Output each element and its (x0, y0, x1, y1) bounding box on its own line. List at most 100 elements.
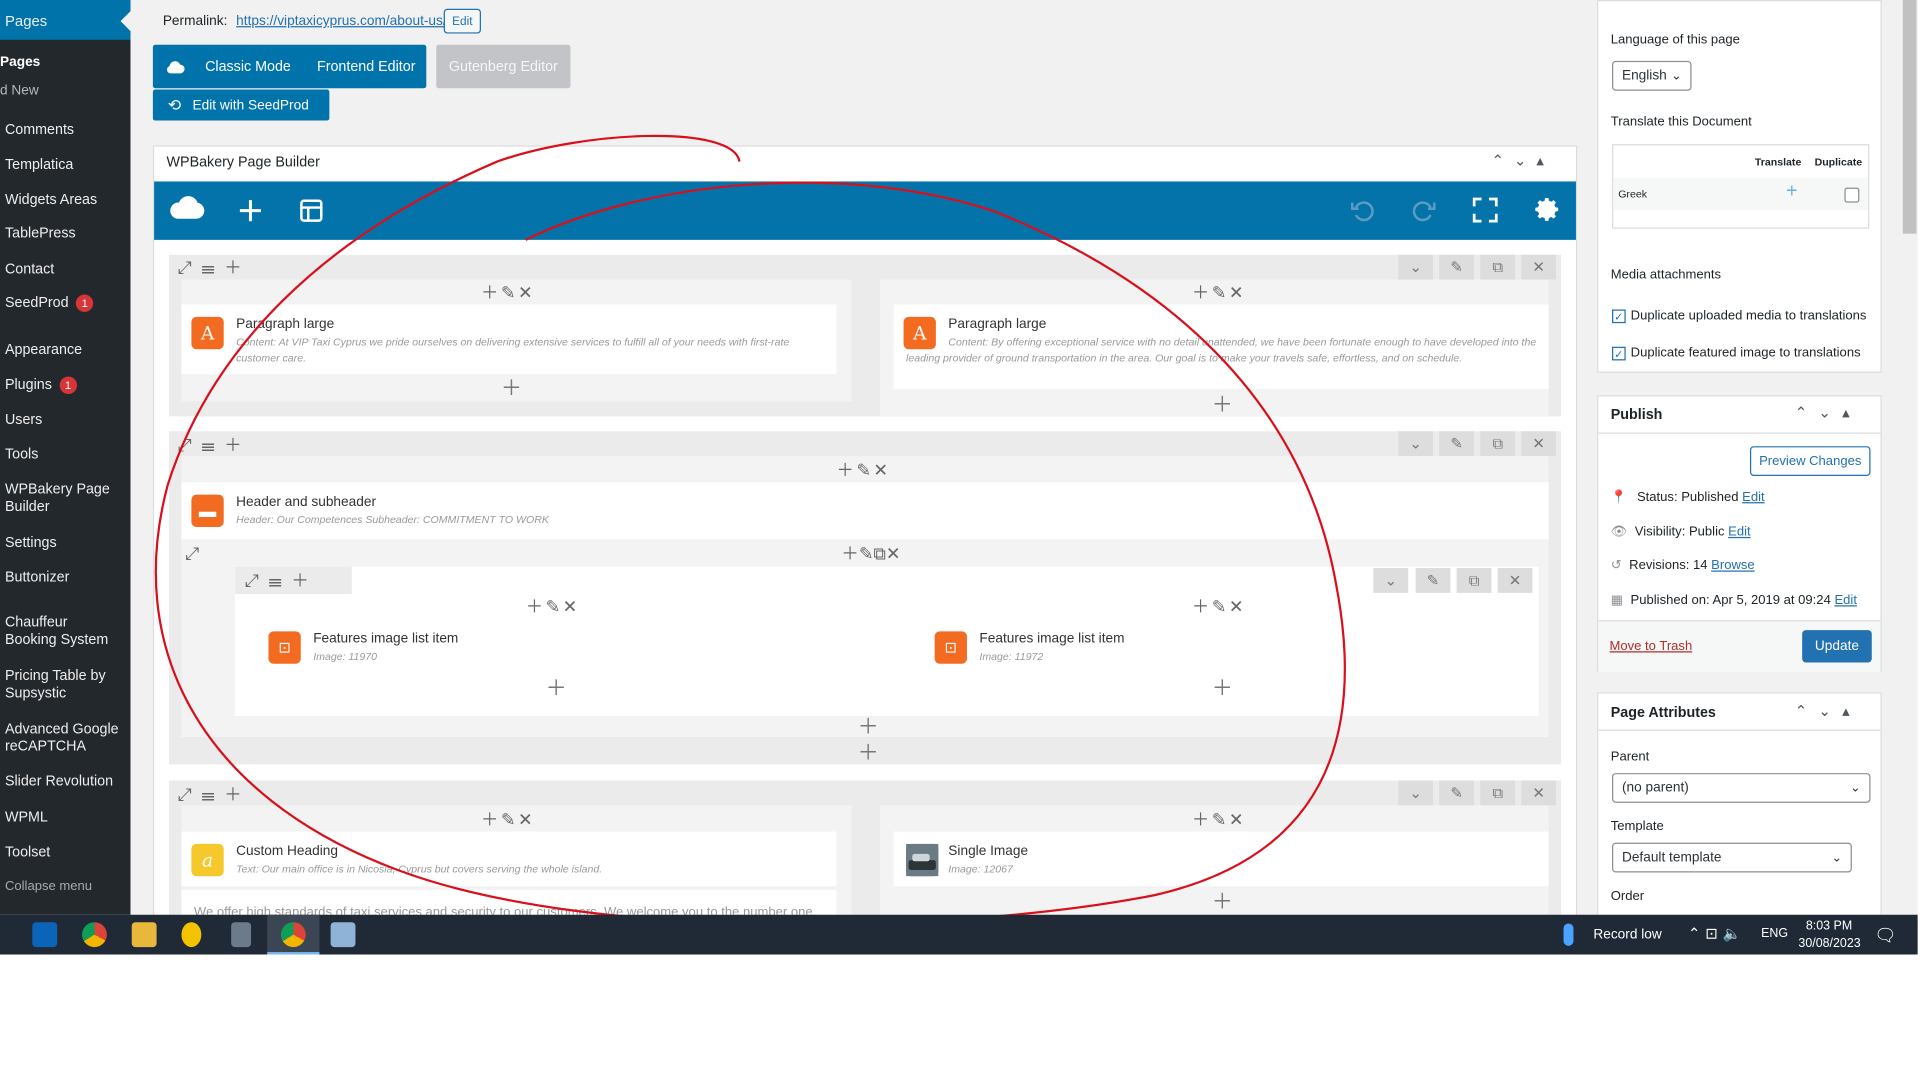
row-3-clone[interactable]: ⧉ (1480, 780, 1516, 806)
panel-controls[interactable]: ⌃⌄▴ (1491, 152, 1553, 169)
move-to-trash-link[interactable]: Move to Trash (1610, 639, 1693, 654)
templates-icon[interactable] (300, 199, 324, 223)
sidebar-item-tablepress[interactable]: TablePress (5, 225, 76, 242)
media-option-2[interactable]: ✓ Duplicate featured image to translation… (1612, 346, 1883, 361)
sidebar-item-seedprod[interactable]: SeedProd 1 (5, 294, 94, 312)
frontend-editor-button[interactable]: Frontend Editor (317, 59, 416, 74)
media-option-1[interactable]: ✓ Duplicate uploaded media to translation… (1612, 306, 1879, 326)
sidebar-item-toolset[interactable]: Toolset (5, 844, 50, 861)
attributes-controls[interactable]: ⌃⌄▴ (1795, 702, 1861, 719)
sidebar-item-users[interactable]: Users (5, 411, 42, 428)
redo-icon[interactable] (1412, 198, 1437, 223)
seedprod-button[interactable]: ⟲ Edit with SeedProd (152, 89, 330, 121)
sidebar-item-contact[interactable]: Contact (5, 261, 54, 278)
add-element-plus[interactable]: ＋ (1212, 677, 1233, 698)
sidebar-item-buttonizer[interactable]: Buttonizer (5, 569, 69, 586)
weather-text[interactable]: Record low (1593, 927, 1661, 942)
notes-icon[interactable] (181, 922, 202, 948)
sidebar-item-tools[interactable]: Tools (5, 446, 38, 463)
sidebar-item-pricing-table-by-supsystic[interactable]: Pricing Table by Supsystic (5, 667, 106, 702)
status-edit-link[interactable]: Edit (1742, 490, 1764, 505)
row-2-left-controls[interactable]: ⤢ ☰ ＋ (178, 436, 244, 453)
page-scrollbar-thumb[interactable] (1902, 0, 1917, 234)
settings-gear-icon[interactable] (1534, 196, 1560, 222)
add-element-icon[interactable] (239, 199, 263, 223)
notification-icon[interactable]: 🗨 (1874, 925, 1896, 946)
inner-toggle[interactable]: ⌄ (1373, 567, 1409, 593)
row-3-edit[interactable]: ✎ (1439, 780, 1475, 806)
sidebar-item-collapse-menu[interactable]: Collapse menu (5, 877, 92, 894)
sidebar-item-comments[interactable]: Comments (5, 122, 74, 139)
row-1-clone[interactable]: ⧉ (1480, 254, 1516, 280)
permalink-edit-button[interactable]: Edit (443, 8, 481, 34)
sidebar-sub-add-new[interactable]: d New (0, 82, 39, 99)
row-2-clone[interactable]: ⧉ (1480, 431, 1516, 457)
classic-mode-button[interactable]: Classic Mode (205, 59, 291, 74)
inner-col-2-controls[interactable]: ＋✎✕ (1192, 598, 1246, 615)
published-edit-link[interactable]: Edit (1834, 593, 1856, 608)
inner-row-left-controls[interactable]: ⤢ ☰ ＋ (245, 572, 311, 589)
col-2-controls[interactable]: ＋✎✕ (1192, 810, 1246, 827)
sidebar-item-advanced-google-recaptcha[interactable]: Advanced Google reCAPTCHA (5, 721, 119, 756)
element-features-2[interactable]: ⊡ Features image list item Image: 11972 (924, 618, 1522, 672)
element-custom-heading[interactable]: a Custom Heading Text: Our main office i… (181, 831, 837, 887)
add-element-plus[interactable]: ＋ (858, 742, 879, 763)
permalink-url[interactable]: https://viptaxicyprus.com/about-us/ (236, 14, 446, 29)
file-explorer-icon[interactable] (131, 922, 157, 948)
sidebar-item-slider-revolution[interactable]: Slider Revolution (5, 773, 113, 790)
col-2-controls[interactable]: ＋✎✕ (1192, 283, 1246, 300)
fullscreen-icon[interactable] (1472, 197, 1498, 223)
inner-row-move[interactable]: ⤢ (185, 544, 201, 561)
checkbox-checked-icon[interactable]: ✓ (1612, 309, 1626, 323)
clock-date[interactable]: 30/08/2023 (1798, 937, 1860, 951)
inner-col-1-controls[interactable]: ＋✎✕ (526, 598, 580, 615)
row-3-left-controls[interactable]: ⤢ ☰ ＋ (178, 785, 244, 802)
sidebar-item-wpbakery-page-builder[interactable]: WPBakery Page Builder (5, 481, 110, 516)
tray-icons[interactable]: ⌃⊡🔈 (1688, 925, 1746, 942)
parent-select[interactable]: (no parent) ⌄ (1612, 773, 1871, 803)
element-header-subheader[interactable]: ▬ Header and subheader Header: Our Compe… (181, 482, 1549, 540)
duplicate-checkbox[interactable] (1844, 187, 1860, 203)
app-icon[interactable] (330, 922, 356, 948)
inner-clone[interactable]: ⧉ (1456, 567, 1492, 593)
sidebar-item-settings[interactable]: Settings (5, 534, 57, 551)
inner-row-controls[interactable]: ＋✎⧉✕ (841, 544, 900, 561)
add-element-plus[interactable]: ＋ (1212, 891, 1233, 912)
sidebar-item-plugins[interactable]: Plugins 1 (5, 376, 77, 394)
chrome-profile-icon[interactable] (280, 922, 306, 948)
inner-edit[interactable]: ✎ (1415, 567, 1451, 593)
checkbox-checked-icon[interactable]: ✓ (1612, 346, 1626, 361)
chrome-icon[interactable] (82, 922, 107, 948)
input-language[interactable]: ENG (1761, 927, 1788, 941)
calculator-icon[interactable] (231, 922, 252, 948)
element-features-1[interactable]: ⊡ Features image list item Image: 11970 (258, 618, 856, 672)
element-paragraph-2[interactable]: A Paragraph large Content: By offering e… (893, 304, 1549, 390)
row-1-edit[interactable]: ✎ (1439, 254, 1475, 280)
col-1-controls[interactable]: ＋✎✕ (481, 283, 535, 300)
gutenberg-editor-button[interactable]: Gutenberg Editor (436, 44, 571, 89)
revisions-browse-link[interactable]: Browse (1711, 558, 1755, 573)
sidebar-item-widgets-areas[interactable]: Widgets Areas (5, 191, 97, 208)
add-element-plus[interactable]: ＋ (858, 716, 879, 737)
row-3-toggle[interactable]: ⌄ (1398, 780, 1434, 806)
col-1-controls[interactable]: ＋✎✕ (481, 810, 535, 827)
sidebar-sub-all-pages[interactable]: Pages (0, 53, 40, 70)
inner-delete[interactable]: ✕ (1497, 567, 1533, 593)
element-single-image[interactable]: Single Image Image: 12067 (893, 831, 1549, 887)
preview-changes-button[interactable]: Preview Changes (1749, 446, 1871, 477)
row-2-delete[interactable]: ✕ (1521, 431, 1557, 457)
row-2-toggle[interactable]: ⌄ (1398, 431, 1434, 457)
undo-icon[interactable] (1350, 198, 1375, 223)
add-element-plus[interactable]: ＋ (546, 677, 567, 698)
vc-logo-icon[interactable] (169, 193, 206, 223)
language-select[interactable]: English ⌄ (1612, 60, 1692, 91)
sidebar-item-appearance[interactable]: Appearance (5, 342, 82, 359)
outlook-icon[interactable] (32, 922, 58, 948)
element-text-block[interactable]: We offer high standards of taxi services… (181, 889, 837, 915)
visibility-edit-link[interactable]: Edit (1728, 524, 1750, 539)
sidebar-item-pages[interactable]: Pages (5, 12, 47, 29)
row-1-toggle[interactable]: ⌄ (1398, 254, 1434, 280)
sidebar-item-templatica[interactable]: Templatica (5, 157, 73, 174)
row-2-edit[interactable]: ✎ (1439, 431, 1475, 457)
update-button[interactable]: Update (1802, 630, 1872, 663)
